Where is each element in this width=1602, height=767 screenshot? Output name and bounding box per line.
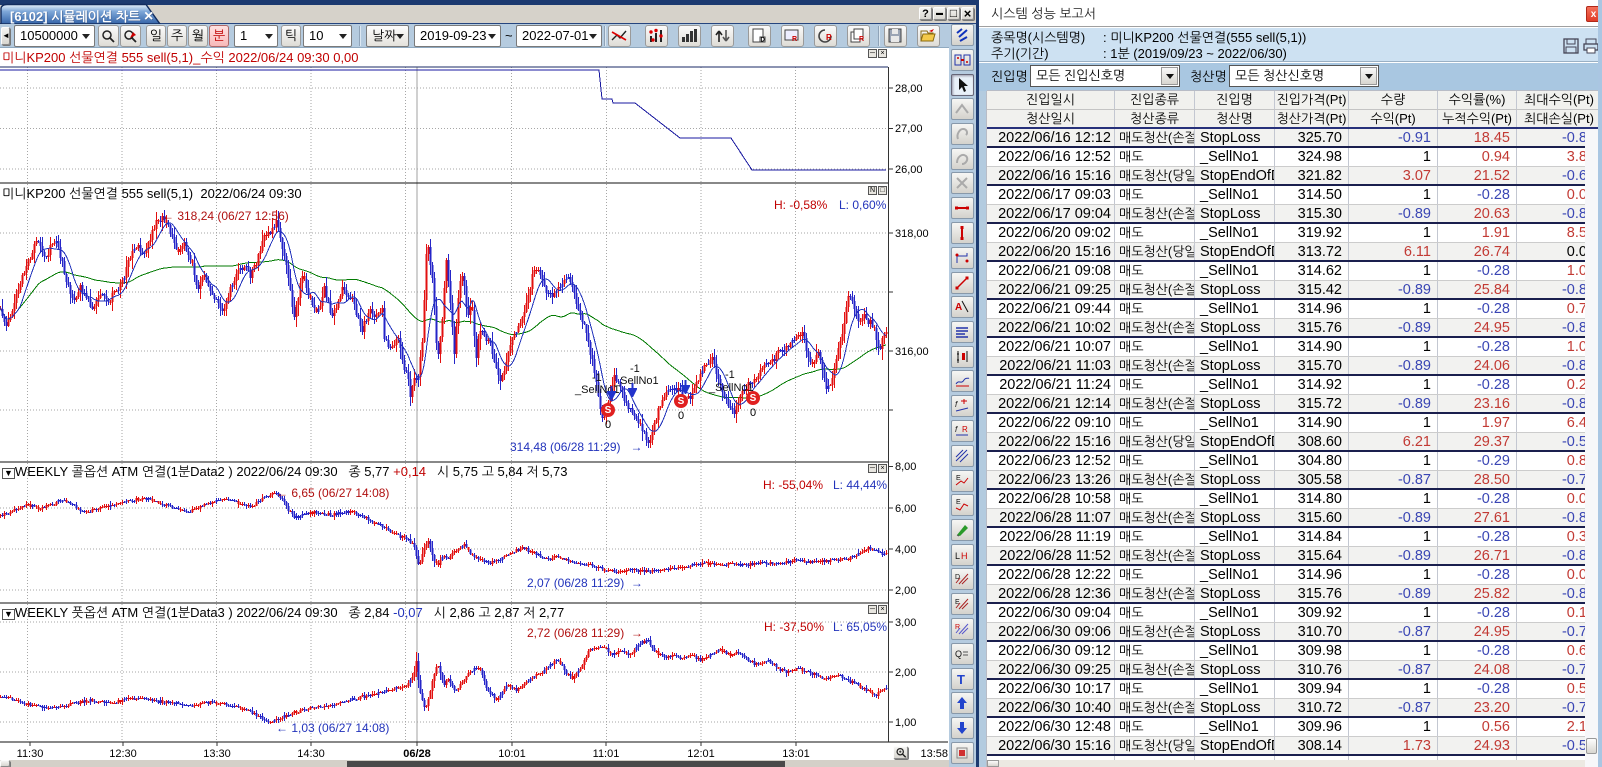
svg-text:R: R (826, 34, 832, 42)
svg-text:11:01: 11:01 (593, 748, 620, 760)
svg-text:27,00: 27,00 (895, 123, 923, 135)
svg-text:A: A (955, 302, 962, 312)
svg-text:2,00: 2,00 (895, 585, 916, 597)
svg-text:E: E (955, 599, 960, 606)
svg-text:12:01: 12:01 (687, 748, 715, 760)
svg-text:13:30: 13:30 (203, 748, 231, 760)
svg-text:13:58: 13:58 (920, 748, 948, 760)
svg-text:R: R (962, 426, 968, 434)
svg-text:14:30: 14:30 (297, 748, 325, 760)
svg-text:3,00: 3,00 (895, 617, 916, 629)
svg-text:316,00: 316,00 (895, 346, 929, 358)
svg-text:11:30: 11:30 (17, 748, 44, 760)
svg-text:10:01: 10:01 (498, 748, 526, 760)
svg-text:L: L (955, 552, 960, 561)
svg-text:28,00: 28,00 (895, 83, 923, 95)
svg-text:R: R (859, 36, 864, 43)
svg-text:D: D (761, 37, 766, 43)
svg-text:12:30: 12:30 (109, 748, 137, 760)
svg-text:T: T (957, 673, 965, 686)
svg-text:R: R (792, 36, 797, 43)
svg-text:318,00: 318,00 (895, 228, 929, 240)
svg-text:E: E (956, 475, 961, 482)
svg-text:f: f (955, 401, 958, 409)
svg-text:Q: Q (955, 650, 962, 659)
svg-text:f: f (955, 426, 958, 434)
svg-text:13:01: 13:01 (782, 748, 810, 760)
svg-text:R: R (955, 624, 960, 631)
svg-text:06/28: 06/28 (403, 748, 431, 760)
svg-text:26,00: 26,00 (895, 164, 923, 176)
svg-text:6,00: 6,00 (895, 503, 916, 515)
svg-text:1,00: 1,00 (895, 717, 916, 729)
svg-text:4,00: 4,00 (895, 544, 916, 556)
svg-text:D: D (955, 574, 960, 581)
svg-text:2,00: 2,00 (895, 667, 916, 679)
svg-text:H: H (961, 552, 968, 561)
svg-text:E: E (956, 499, 961, 506)
svg-text:8,00: 8,00 (895, 461, 916, 473)
